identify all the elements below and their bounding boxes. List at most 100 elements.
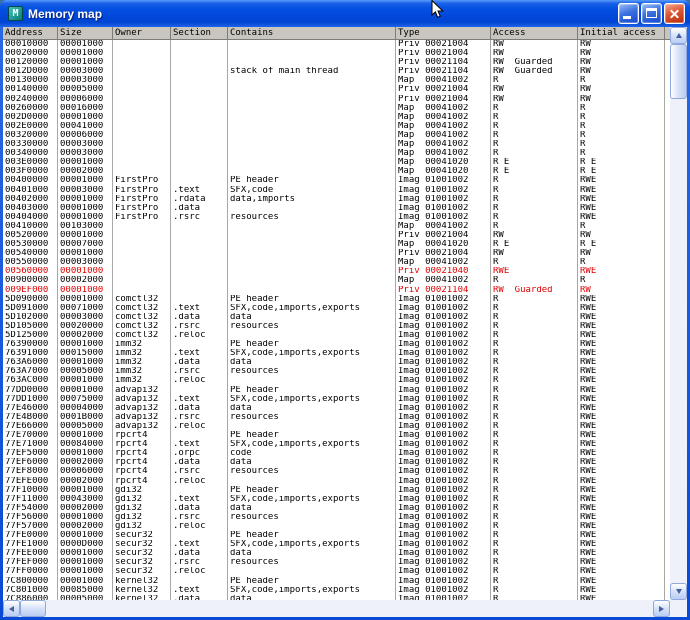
- table-row[interactable]: 5D10200000003000comctl32.datadataImag 01…: [3, 313, 670, 322]
- vertical-scrollbar-thumb[interactable]: [670, 44, 687, 99]
- table-row[interactable]: 0054000000001000Priv 00021004RWRW: [3, 249, 670, 258]
- table-row[interactable]: 77E7000000001000rpcrt4PE headerImag 0100…: [3, 431, 670, 440]
- cell-contains: data: [228, 458, 396, 467]
- table-row[interactable]: 77FF000000001000secur32.relocImag 010010…: [3, 567, 670, 576]
- table-row[interactable]: 003E000000001000Map 00041020R ER E: [3, 158, 670, 167]
- table-row[interactable]: 77EF500000001000rpcrt4.orpccodeImag 0100…: [3, 449, 670, 458]
- scroll-down-button[interactable]: [670, 583, 687, 600]
- table-row[interactable]: 77F1100000043000gdi32.textSFX,code,impor…: [3, 495, 670, 504]
- table-row[interactable]: 5D09100000071000comctl32.textSFX,code,im…: [3, 304, 670, 313]
- table-row[interactable]: 7639000000001000imm32PE headerImag 01001…: [3, 340, 670, 349]
- table-row[interactable]: 77E4B0000001B000advapi32.rsrcresourcesIm…: [3, 413, 670, 422]
- scroll-right-button[interactable]: [653, 600, 670, 617]
- table-row[interactable]: 0040400000001000FirstPro.rsrcresourcesIm…: [3, 213, 670, 222]
- table-row[interactable]: 77DD100000075000advapi32.textSFX,code,im…: [3, 395, 670, 404]
- cell-contains: resources: [228, 322, 396, 331]
- table-row[interactable]: 77EF800000006000rpcrt4.rsrcresourcesImag…: [3, 467, 670, 476]
- table-row[interactable]: 0002000000001000Priv 00021004RWRW: [3, 49, 670, 58]
- table-row[interactable]: 0040100000003000FirstPro.textSFX,codeIma…: [3, 186, 670, 195]
- table-row[interactable]: 0055000000003000Map 00041002RR: [3, 258, 670, 267]
- cell-section: .orpc: [171, 449, 228, 458]
- maximize-button[interactable]: [641, 3, 662, 24]
- column-header-size[interactable]: Size: [58, 27, 113, 39]
- column-header-initial-access[interactable]: Initial access: [578, 27, 665, 39]
- cell-type: Imag 01001002: [396, 440, 491, 449]
- cell-address: 77F10000: [3, 486, 58, 495]
- table-row[interactable]: 0053000000007000Map 00041020R ER E: [3, 240, 670, 249]
- cell-address: 5D091000: [3, 304, 58, 313]
- table-row[interactable]: 77E7100000084000rpcrt4.textSFX,code,impo…: [3, 440, 670, 449]
- close-button[interactable]: [664, 3, 685, 24]
- scroll-left-button[interactable]: [3, 600, 20, 617]
- table-row[interactable]: 77DD000000001000advapi32PE headerImag 01…: [3, 386, 670, 395]
- table-row[interactable]: 7639100000015000imm32.textSFX,code,impor…: [3, 349, 670, 358]
- table-row[interactable]: 0012000000001000Priv 00021104RW GuardedR…: [3, 58, 670, 67]
- table-row[interactable]: 77EFE00000002000rpcrt4.relocImag 0100100…: [3, 477, 670, 486]
- vertical-scrollbar[interactable]: [670, 27, 687, 600]
- table-row[interactable]: 5D09000000001000comctl32PE headerImag 01…: [3, 295, 670, 304]
- cell-access: R E: [491, 240, 578, 249]
- table-row[interactable]: 0052000000001000Priv 00021004RWRW: [3, 231, 670, 240]
- table-row[interactable]: 5D10500000020000comctl32.rsrcresourcesIm…: [3, 322, 670, 331]
- cell-section: [171, 286, 228, 295]
- table-row[interactable]: 003F000000002000Map 00041020R ER E: [3, 167, 670, 176]
- cell-contains: PE header: [228, 295, 396, 304]
- column-header-section[interactable]: Section: [171, 27, 228, 39]
- table-row[interactable]: 0040300000001000FirstPro.dataImag 010010…: [3, 204, 670, 213]
- table-row[interactable]: 0026000000016000Map 00041002RR: [3, 104, 670, 113]
- cell-access: R E: [491, 167, 578, 176]
- column-header-access[interactable]: Access: [491, 27, 578, 39]
- table-row[interactable]: 763AC00000001000imm32.relocImag 01001002…: [3, 376, 670, 385]
- table-row[interactable]: 0032000000006000Map 00041002RR: [3, 131, 670, 140]
- table-row[interactable]: 763A600000001000imm32.datadataImag 01001…: [3, 358, 670, 367]
- table-row[interactable]: 77F5400000002000gdi32.datadataImag 01001…: [3, 504, 670, 513]
- table-row[interactable]: 0014000000005000Priv 00021004RWRW: [3, 85, 670, 94]
- horizontal-scrollbar-thumb[interactable]: [20, 600, 46, 617]
- table-row[interactable]: 7C80000000001000kernel32PE headerImag 01…: [3, 577, 670, 586]
- scroll-up-button[interactable]: [670, 27, 687, 44]
- table-row[interactable]: 7C80100000085000kernel32.textSFX,code,im…: [3, 586, 670, 595]
- cell-address: 00560000: [3, 267, 58, 276]
- table-row[interactable]: 77E6600000005000advapi32.relocImag 01001…: [3, 422, 670, 431]
- cell-initial: R: [578, 113, 665, 122]
- table-row[interactable]: 77F1000000001000gdi32PE headerImag 01001…: [3, 486, 670, 495]
- table-row[interactable]: 0041000000103000Map 00041002RR: [3, 222, 670, 231]
- column-header-type[interactable]: Type: [396, 27, 491, 39]
- table-row[interactable]: 0013000000003000Map 00041002RR: [3, 76, 670, 85]
- table-row[interactable]: 0040200000001000FirstPro.rdatadata,impor…: [3, 195, 670, 204]
- cell-initial: RWE: [578, 304, 665, 313]
- table-row[interactable]: 77E4600000004000advapi32.datadataImag 01…: [3, 404, 670, 413]
- table-row[interactable]: 77FEF00000001000secur32.rsrcresourcesIma…: [3, 558, 670, 567]
- table-row[interactable]: 0090000000002000Map 00041002RR: [3, 276, 670, 285]
- cell-owner: [113, 76, 171, 85]
- table-row[interactable]: 0024000000006000Priv 00021004RWRW: [3, 95, 670, 104]
- table-row[interactable]: 0040000000001000FirstProPE headerImag 01…: [3, 176, 670, 185]
- table-row[interactable]: 002E000000041000Map 00041002RR: [3, 122, 670, 131]
- titlebar[interactable]: M Memory map: [0, 0, 690, 27]
- cell-type: Imag 01001002: [396, 567, 491, 576]
- column-header-contains[interactable]: Contains: [228, 27, 396, 39]
- table-row[interactable]: 77FE10000000D000secur32.textSFX,code,imp…: [3, 540, 670, 549]
- table-row[interactable]: 77EF600000002000rpcrt4.datadataImag 0100…: [3, 458, 670, 467]
- arrow-up-icon: [676, 33, 682, 38]
- table-row[interactable]: 77F5600000001000gdi32.rsrcresourcesImag …: [3, 513, 670, 522]
- table-row[interactable]: 0001000000001000Priv 00021004RWRW: [3, 40, 670, 49]
- table-row[interactable]: 5D12500000002000comctl32.relocImag 01001…: [3, 331, 670, 340]
- table-row[interactable]: 0033000000003000Map 00041002RR: [3, 140, 670, 149]
- column-header-address[interactable]: Address: [3, 27, 58, 39]
- minimize-button[interactable]: [618, 3, 639, 24]
- table-row[interactable]: 0034000000003000Map 00041002RR: [3, 149, 670, 158]
- table-row[interactable]: 77FE000000001000secur32PE headerImag 010…: [3, 531, 670, 540]
- cell-size: 00007000: [58, 240, 113, 249]
- horizontal-scrollbar[interactable]: [3, 600, 670, 617]
- table-row[interactable]: 763A700000005000imm32.rsrcresourcesImag …: [3, 367, 670, 376]
- cell-contains: SFX,code,imports,exports: [228, 349, 396, 358]
- table-row[interactable]: 0012D00000003000stack of main threadPriv…: [3, 67, 670, 76]
- column-header-owner[interactable]: Owner: [113, 27, 171, 39]
- cell-size: 00015000: [58, 349, 113, 358]
- table-row[interactable]: 0056000000001000Priv 00021040RWERWE: [3, 267, 670, 276]
- table-row[interactable]: 77F5700000002000gdi32.relocImag 01001002…: [3, 522, 670, 531]
- table-row[interactable]: 77FEE00000001000secur32.datadataImag 010…: [3, 549, 670, 558]
- table-row[interactable]: 009EF00000001000Priv 00021104RW GuardedR…: [3, 286, 670, 295]
- table-row[interactable]: 002D000000001000Map 00041002RR: [3, 113, 670, 122]
